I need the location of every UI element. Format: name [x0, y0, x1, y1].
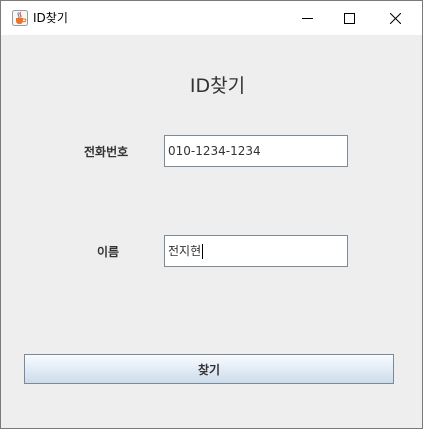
window-title: ID찾기: [33, 11, 68, 25]
phone-field-value: 010-1234-1234: [168, 144, 261, 158]
close-button[interactable]: [372, 1, 418, 35]
form-panel: ID찾기 전화번호 010-1234-1234 이름 전지현 찾기: [1, 35, 422, 428]
title-bar[interactable]: ID찾기: [1, 1, 422, 35]
find-button[interactable]: 찾기: [24, 354, 394, 384]
find-button-label: 찾기: [197, 362, 221, 377]
maximize-button[interactable]: [326, 1, 372, 35]
java-coffee-cup-icon: [12, 10, 28, 26]
minimize-icon: [301, 9, 313, 28]
name-field-value: 전지현: [168, 244, 202, 258]
page-title: ID찾기: [189, 75, 246, 97]
id-find-window: ID찾기 ID찾기 전화번호 010-1234-1234 이름 전지현 찾기: [0, 0, 423, 429]
maximize-icon: [343, 9, 355, 28]
name-field[interactable]: 전지현: [164, 235, 348, 267]
phone-label: 전화번호: [84, 145, 129, 159]
minimize-button[interactable]: [284, 1, 330, 35]
phone-field[interactable]: 010-1234-1234: [164, 135, 348, 167]
close-icon: [389, 9, 401, 28]
name-label: 이름: [97, 245, 120, 259]
text-caret: [202, 244, 204, 259]
